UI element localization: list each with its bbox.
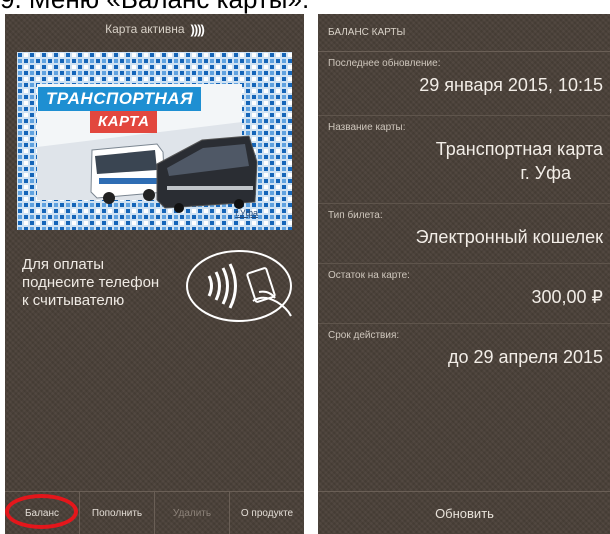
field-value: 29 января 2015, 10:15 (419, 75, 603, 95)
tab-delete[interactable]: Удалить (154, 492, 229, 534)
field-label: Срок действия: (328, 330, 400, 341)
field-label: Последнее обновление: (328, 58, 441, 69)
card-balance-field: Остаток на карте: 300,00 ₽ (318, 264, 610, 324)
refresh-bar: Обновить (318, 491, 610, 534)
balance-highlight-ring (5, 494, 78, 529)
page-caption: 9. Меню «Баланс карты». (0, 0, 610, 14)
ticket-type-field: Тип билета: Электронный кошелек (318, 204, 610, 264)
card-city: г.Уфа (235, 208, 258, 218)
pay-instruction-line: поднесите телефон (22, 274, 160, 291)
pay-instruction-line: к считывателю (22, 292, 125, 309)
validity-field: Срок действия: до 29 апреля 2015 (318, 324, 610, 384)
screen-title: БАЛАНС КАРТЫ (318, 14, 610, 52)
nfc-signal-icon: )))) (190, 21, 205, 37)
card-screen: Карта активна )))) ТРАНСПОРТНАЯ КАРТА г.… (5, 14, 304, 534)
tap-to-pay-icon (186, 250, 292, 322)
field-value: 300,00 ₽ (531, 287, 603, 307)
tab-top-up[interactable]: Пополнить (79, 492, 154, 534)
card-title: ТРАНСПОРТНАЯ (38, 87, 201, 111)
card-name-field: Название карты: Транспортная карта г. Уф… (318, 116, 610, 204)
card-artwork (17, 52, 292, 230)
field-label: Тип билета: (328, 210, 383, 221)
field-value: Транспортная карта (435, 139, 603, 159)
refresh-button[interactable]: Обновить (435, 506, 494, 521)
pay-instruction-line: Для оплаты (22, 256, 105, 273)
field-value: до 29 апреля 2015 (447, 347, 603, 367)
pay-instructions: Для оплаты поднесите телефон к считывате… (22, 256, 182, 310)
card-status-text: Карта активна (105, 22, 185, 36)
field-label: Название карты: (328, 122, 406, 133)
tab-about-product[interactable]: О продукте (229, 492, 304, 534)
field-value-secondary: г. Уфа (520, 163, 571, 183)
transport-card-image: ТРАНСПОРТНАЯ КАРТА г.Уфа (17, 52, 292, 230)
field-value: Электронный кошелек (415, 227, 603, 247)
balance-screen: БАЛАНС КАРТЫ Последнее обновление: 29 ян… (318, 14, 610, 534)
field-label: Остаток на карте: (328, 270, 410, 281)
last-update-field: Последнее обновление: 29 января 2015, 10… (318, 52, 610, 116)
status-bar: Карта активна )))) (5, 14, 304, 44)
card-subtitle: КАРТА (90, 111, 158, 133)
